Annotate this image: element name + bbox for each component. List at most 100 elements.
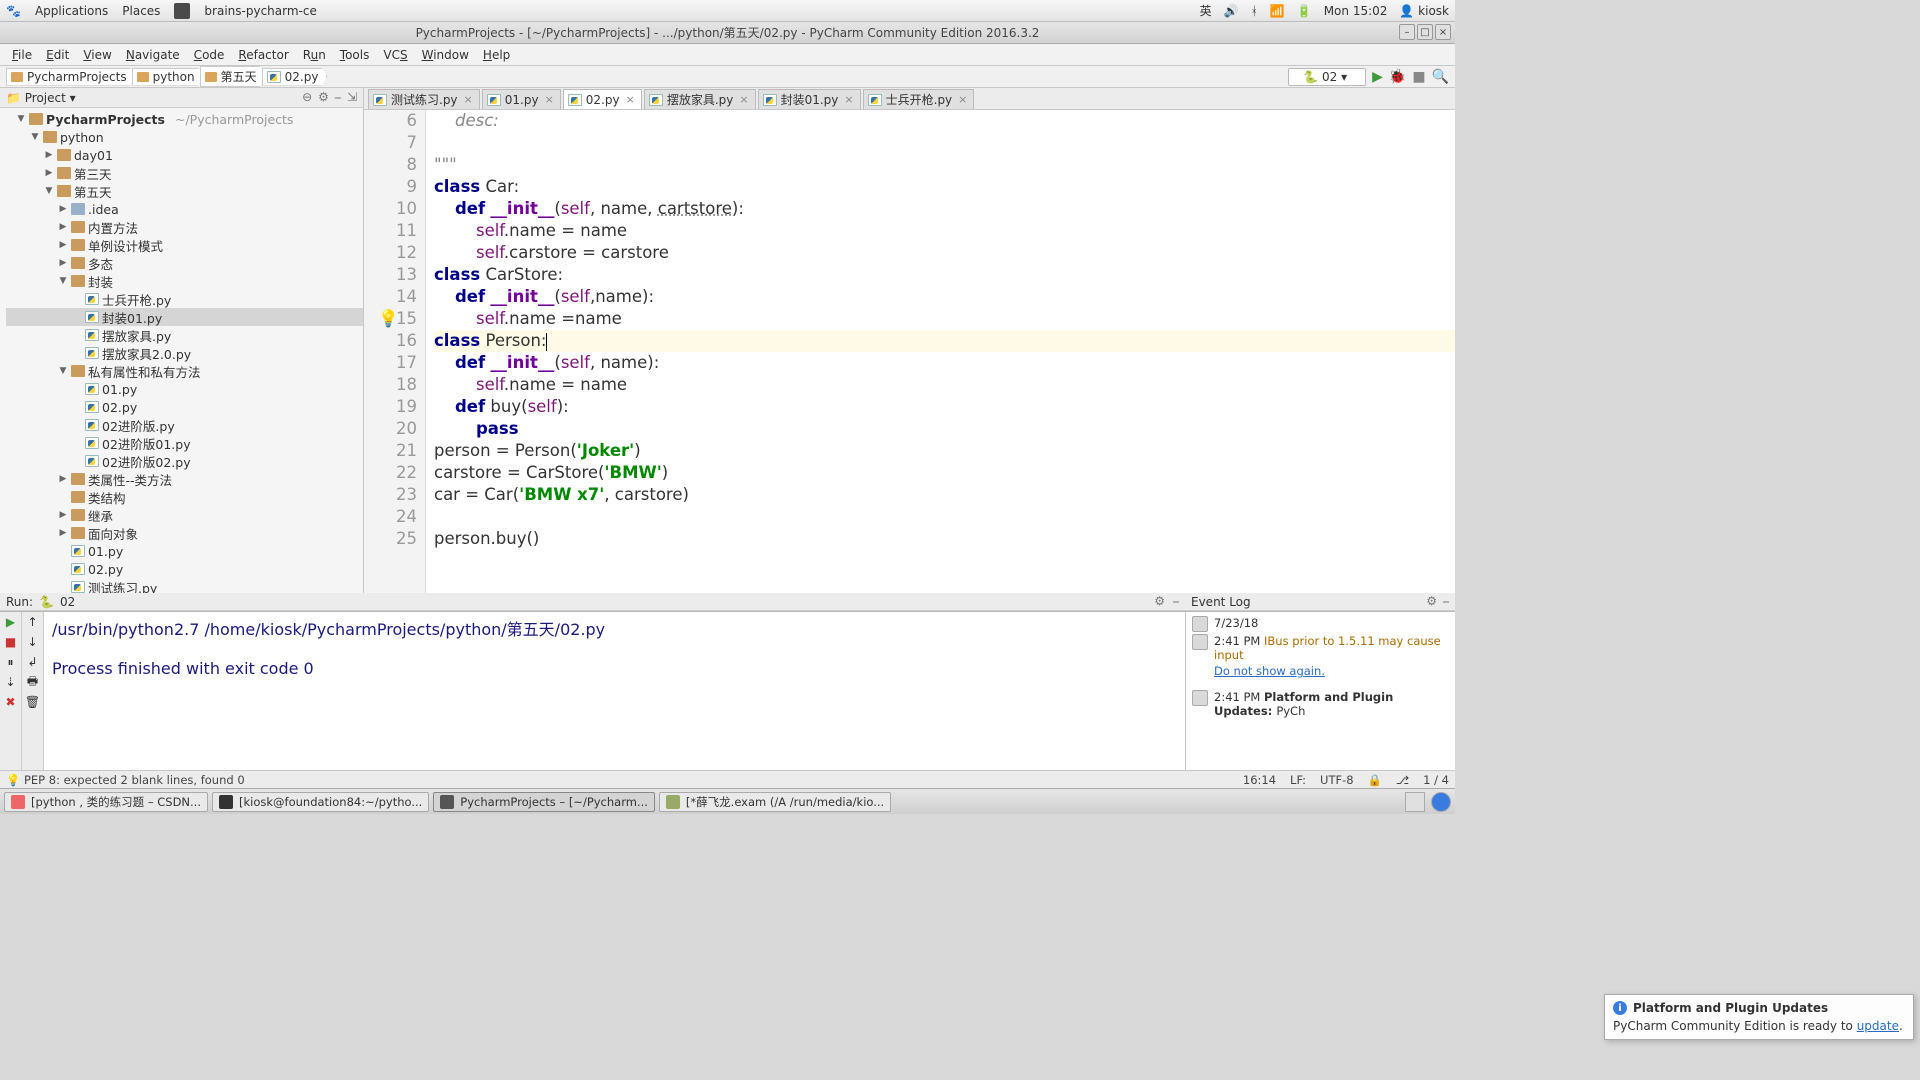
minimize-button[interactable]: – <box>1399 24 1415 40</box>
workspace-switcher[interactable] <box>1405 792 1425 812</box>
python-file-icon <box>85 311 99 323</box>
run-config-selector[interactable]: 🐍 02 ▾ <box>1288 68 1366 86</box>
tray-icon[interactable] <box>1431 792 1451 812</box>
project-view-dropdown[interactable]: 📁 Project ▾ <box>6 91 76 105</box>
settings-icon[interactable]: ⚙ <box>1154 594 1165 609</box>
code-editor[interactable]: desc:"""class Car: def __init__(self, na… <box>426 110 1455 593</box>
breadcrumb-item[interactable]: 第五天 <box>200 66 266 87</box>
taskbar-item[interactable]: [kiosk@foundation84:~/pytho... <box>212 792 429 812</box>
menu-navigate[interactable]: Navigate <box>120 46 186 64</box>
folder-icon <box>137 72 149 82</box>
close-tab-icon[interactable]: × <box>737 93 750 106</box>
pause-icon[interactable]: ⏸ <box>3 654 19 670</box>
python-file-icon <box>763 94 777 106</box>
editor-tab[interactable]: 01.py× <box>482 89 561 109</box>
search-everywhere-icon[interactable]: 🔍 <box>1432 69 1449 85</box>
menu-tools[interactable]: Tools <box>334 46 376 64</box>
stop-icon[interactable]: ■ <box>3 634 19 650</box>
debug-button-icon[interactable]: 🐞 <box>1389 69 1406 85</box>
git-branch-icon[interactable]: ⎇ <box>1396 773 1409 787</box>
breadcrumb-item[interactable]: python <box>132 68 204 86</box>
run-tool-title: Run: 🐍02 ⚙⎯ <box>0 593 1185 611</box>
menu-help[interactable]: Help <box>477 46 516 64</box>
menu-refactor[interactable]: Refactor <box>232 46 294 64</box>
event-icon <box>1192 690 1208 706</box>
folder-icon <box>11 72 23 82</box>
stop-button-icon[interactable]: ■ <box>1412 69 1425 85</box>
soft-wrap-icon[interactable]: ↲ <box>25 654 41 670</box>
print-icon[interactable]: 🖶 <box>25 674 41 690</box>
editor-tabs: 测试练习.py× 01.py× 02.py× 摆放家具.py× 封装01.py×… <box>364 88 1455 110</box>
taskbar-item[interactable]: [python , 类的练习题 – CSDN... <box>4 792 208 812</box>
close-tab-icon[interactable]: × <box>543 93 556 106</box>
editor-tab[interactable]: 封装01.py× <box>758 89 861 109</box>
menu-run[interactable]: Run <box>297 46 332 64</box>
status-hint-icon: 💡 <box>6 773 20 787</box>
python-file-icon <box>267 71 281 83</box>
dock-icon[interactable]: ⇲ <box>347 90 357 105</box>
close-tab-icon[interactable]: × <box>462 93 475 106</box>
volume-icon[interactable]: 🔊 <box>1224 4 1239 18</box>
active-app-name: brains-pycharm-ce <box>204 4 316 18</box>
idea-folder-icon <box>71 203 85 215</box>
battery-icon[interactable]: 🔋 <box>1297 4 1312 18</box>
maximize-button[interactable]: □ <box>1417 24 1433 40</box>
file-encoding[interactable]: UTF-8 <box>1320 773 1354 787</box>
run-button-icon[interactable]: ▶ <box>1372 69 1383 85</box>
applications-menu[interactable]: Applications <box>35 4 108 18</box>
editor-tab[interactable]: 摆放家具.py× <box>644 89 756 109</box>
python-file-icon <box>85 419 99 431</box>
pycharm-taskbar-icon[interactable] <box>174 3 190 19</box>
editor-tab[interactable]: 士兵开枪.py× <box>863 89 975 109</box>
status-message: PEP 8: expected 2 blank lines, found 0 <box>24 773 245 787</box>
taskbar-item-active[interactable]: PycharmProjects – [~/Pycharm... <box>433 792 655 812</box>
down-icon[interactable]: ↓ <box>25 634 41 650</box>
breadcrumb-root[interactable]: PycharmProjects <box>6 68 136 86</box>
python-file-icon <box>487 94 501 106</box>
dump-icon[interactable]: ⇣ <box>3 674 19 690</box>
python-file-icon <box>71 545 85 557</box>
do-not-show-link[interactable]: Do not show again. <box>1214 664 1325 678</box>
wifi-icon[interactable]: 📶 <box>1270 4 1285 18</box>
breadcrumb-file[interactable]: 02.py <box>262 68 328 86</box>
line-separator[interactable]: LF: <box>1290 773 1306 787</box>
tree-selected-file[interactable]: 封装01.py <box>6 308 363 326</box>
project-tool-window: 📁 Project ▾ ⊖ ⚙ ⎯ ⇲ ▼PycharmProjects ~/P… <box>0 88 364 593</box>
event-icon <box>1192 616 1208 632</box>
settings-icon[interactable]: ⚙ <box>1426 594 1437 609</box>
hide-icon[interactable]: ⎯ <box>1443 594 1449 609</box>
menu-view[interactable]: View <box>77 46 117 64</box>
user-menu[interactable]: 👤 kiosk <box>1399 4 1449 18</box>
close-tab-icon[interactable]: × <box>624 93 637 106</box>
caret-position[interactable]: 16:14 <box>1243 773 1276 787</box>
settings-icon[interactable]: ⚙ <box>318 90 329 105</box>
rerun-icon[interactable]: ▶ <box>3 614 19 630</box>
editor-gutter[interactable]: 678910111213141516171819202122232425 <box>364 110 426 593</box>
menu-file[interactable]: File <box>6 46 38 64</box>
editor-tab[interactable]: 测试练习.py× <box>368 89 480 109</box>
close-icon[interactable]: ✖ <box>3 694 19 710</box>
menu-window[interactable]: Window <box>416 46 475 64</box>
input-language-indicator[interactable]: 英 <box>1200 2 1212 19</box>
up-icon[interactable]: ↑ <box>25 614 41 630</box>
run-console[interactable]: /usr/bin/python2.7 /home/kiosk/PycharmPr… <box>44 612 1185 770</box>
project-tree[interactable]: ▼PycharmProjects ~/PycharmProjects ▼pyth… <box>0 108 363 593</box>
menu-vcs[interactable]: VCS <box>377 46 413 64</box>
collapse-all-icon[interactable]: ⊖ <box>302 90 312 105</box>
taskbar-item[interactable]: [*薛飞龙.exam (/A /run/media/kio... <box>659 792 891 812</box>
close-tab-icon[interactable]: × <box>842 93 855 106</box>
menu-edit[interactable]: Edit <box>40 46 75 64</box>
bluetooth-icon[interactable]: ᚼ <box>1251 4 1258 18</box>
readonly-lock-icon[interactable]: 🔒 <box>1368 773 1382 787</box>
hide-tool-icon[interactable]: ⎯ <box>335 90 341 105</box>
close-button[interactable]: × <box>1435 24 1451 40</box>
editor-tab-active[interactable]: 02.py× <box>563 89 642 109</box>
clear-icon[interactable]: 🗑 <box>25 694 41 710</box>
folder-icon <box>71 257 85 269</box>
menu-code[interactable]: Code <box>188 46 231 64</box>
clock[interactable]: Mon 15:02 <box>1324 4 1388 18</box>
close-tab-icon[interactable]: × <box>956 93 969 106</box>
update-link[interactable]: update <box>1857 1019 1899 1033</box>
places-menu[interactable]: Places <box>122 4 160 18</box>
hide-icon[interactable]: ⎯ <box>1173 594 1179 609</box>
